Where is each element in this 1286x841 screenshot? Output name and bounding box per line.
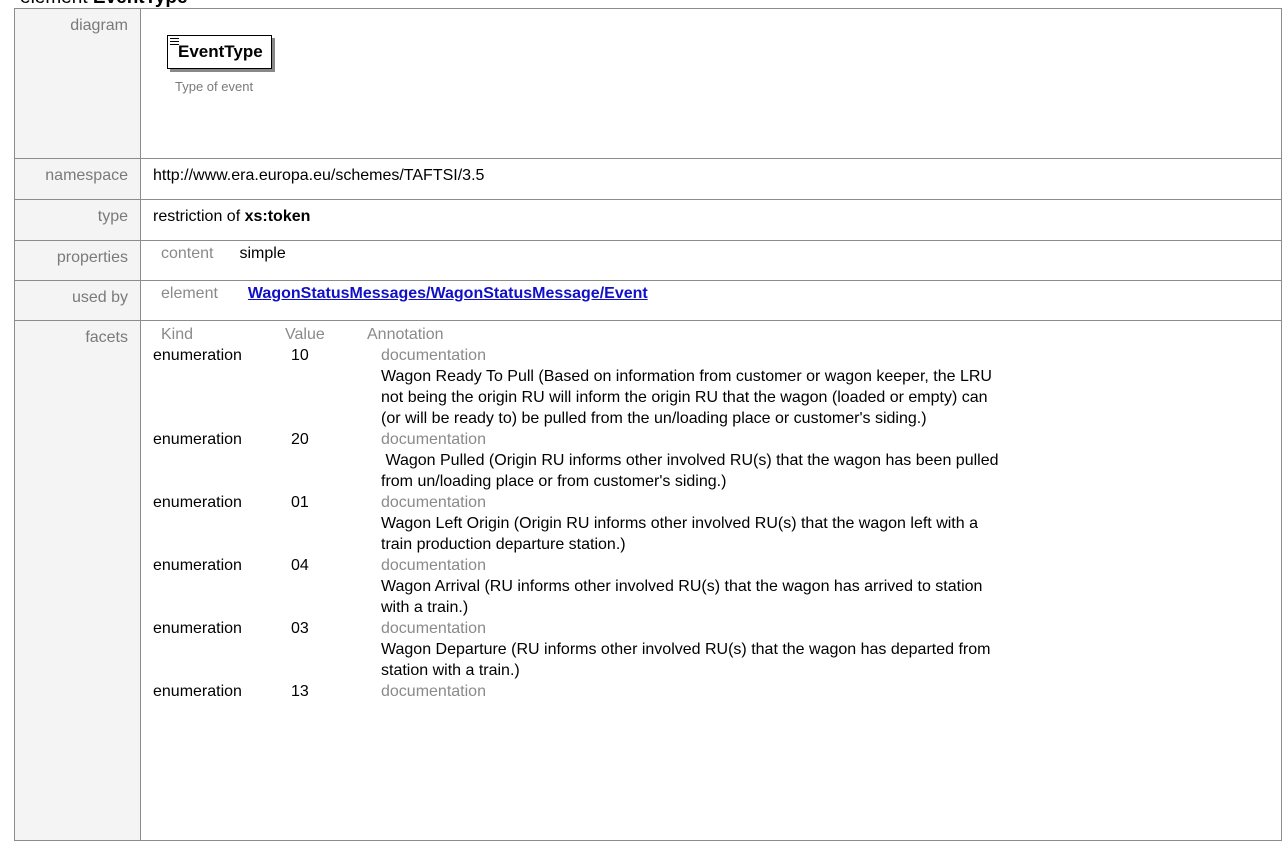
properties-cell: content simple — [140, 240, 1282, 281]
facet-documentation-line: Wagon Departure (RU informs other involv… — [381, 641, 991, 658]
facet-documentation-label: documentation — [381, 347, 486, 364]
facet-annotation: documentation Wagon Pulled (Origin RU in… — [367, 429, 1281, 492]
facet-documentation-label: documentation — [381, 683, 486, 700]
row-namespace: namespace http://www.era.europa.eu/schem… — [14, 158, 1282, 200]
facet-kind: enumeration — [153, 431, 242, 448]
page-heading: element EventType — [20, 0, 188, 8]
row-type: type restriction of xs:token — [14, 199, 1282, 241]
facet-documentation-label: documentation — [381, 620, 486, 637]
facet-documentation-line: station with a train.) — [381, 662, 520, 679]
facet-documentation-line: train production departure station.) — [381, 536, 626, 553]
facet-documentation-line: Wagon Arrival (RU informs other involved… — [381, 578, 983, 595]
type-base: xs:token — [244, 208, 311, 225]
namespace-value: http://www.era.europa.eu/schemes/TAFTSI/… — [140, 158, 1282, 200]
row-label-diagram: diagram — [14, 8, 141, 159]
type-prefix: restriction of — [153, 208, 241, 225]
facet-kind: enumeration — [153, 347, 242, 364]
facet-value: 04 — [291, 557, 309, 574]
used-by-cell: element WagonStatusMessages/WagonStatusM… — [140, 280, 1282, 321]
documentation-icon — [170, 38, 179, 46]
heading-prefix: element — [20, 0, 88, 8]
facets-header-value: Value — [285, 326, 325, 343]
diagram-element-box[interactable]: EventType — [167, 35, 272, 69]
facet-documentation-label: documentation — [381, 494, 486, 511]
facet-value: 20 — [291, 431, 309, 448]
row-properties: properties content simple — [14, 240, 1282, 281]
facet-annotation: documentation Wagon Departure (RU informs… — [367, 618, 1281, 681]
facet-kind: enumeration — [153, 620, 242, 637]
facet-kind: enumeration — [153, 494, 242, 511]
row-label-type: type — [14, 199, 141, 241]
type-value: restriction of xs:token — [140, 199, 1282, 241]
facet-annotation: documentation — [367, 681, 1281, 702]
facet-documentation-line: from un/loading place or from customer's… — [381, 473, 727, 490]
row-label-facets: facets — [14, 320, 141, 841]
used-by-key: element — [161, 285, 218, 302]
facet-value: 03 — [291, 620, 309, 637]
heading-element-name: EventType — [93, 0, 188, 8]
facet-documentation-label: documentation — [381, 557, 486, 574]
facet-documentation-line: Wagon Ready To Pull (Based on informatio… — [381, 368, 992, 385]
row-diagram: diagram EventType Type of event — [14, 8, 1282, 159]
row-used-by: used by element WagonStatusMessages/Wago… — [14, 280, 1282, 321]
facet-value: 13 — [291, 683, 309, 700]
row-facets: facets Kind Value Annotation enumeration… — [14, 320, 1282, 841]
facet-annotation: documentation Wagon Left Origin (Origin R… — [367, 492, 1281, 555]
facets-header-annotation: Annotation — [367, 326, 444, 343]
facet-documentation-line: not being the origin RU will inform the … — [381, 389, 988, 406]
used-by-link[interactable]: WagonStatusMessages/WagonStatusMessage/E… — [248, 285, 648, 303]
facet-value: 10 — [291, 347, 309, 364]
diagram-element-name: EventType — [178, 42, 263, 61]
facet-kind: enumeration — [153, 557, 242, 574]
facet-documentation-line: Wagon Left Origin (Origin RU informs oth… — [381, 515, 978, 532]
property-key: content — [161, 245, 214, 262]
facets-grid: Kind Value Annotation enumeration 10 docum… — [141, 321, 1281, 702]
facet-documentation-line: Wagon Pulled (Origin RU informs other in… — [381, 452, 999, 469]
facet-annotation: documentation Wagon Ready To Pull (Based … — [367, 345, 1281, 429]
facet-documentation-label: documentation — [381, 431, 486, 448]
diagram-cell: EventType Type of event — [140, 8, 1282, 159]
property-value: simple — [239, 245, 286, 262]
facet-documentation-line: with a train.) — [381, 599, 469, 616]
row-label-used-by: used by — [14, 280, 141, 321]
facets-cell: Kind Value Annotation enumeration 10 docum… — [140, 320, 1282, 841]
facet-value: 01 — [291, 494, 309, 511]
facets-header-kind: Kind — [161, 326, 194, 343]
row-label-namespace: namespace — [14, 158, 141, 200]
facet-annotation: documentation Wagon Arrival (RU informs o… — [367, 555, 1281, 618]
facet-documentation-line: (or will be ready to) be pulled from the… — [381, 410, 927, 427]
diagram-caption: Type of event — [175, 79, 254, 94]
element-details-table: diagram EventType Type of event namespac… — [14, 8, 1282, 841]
row-label-properties: properties — [14, 240, 141, 281]
facet-kind: enumeration — [153, 683, 242, 700]
